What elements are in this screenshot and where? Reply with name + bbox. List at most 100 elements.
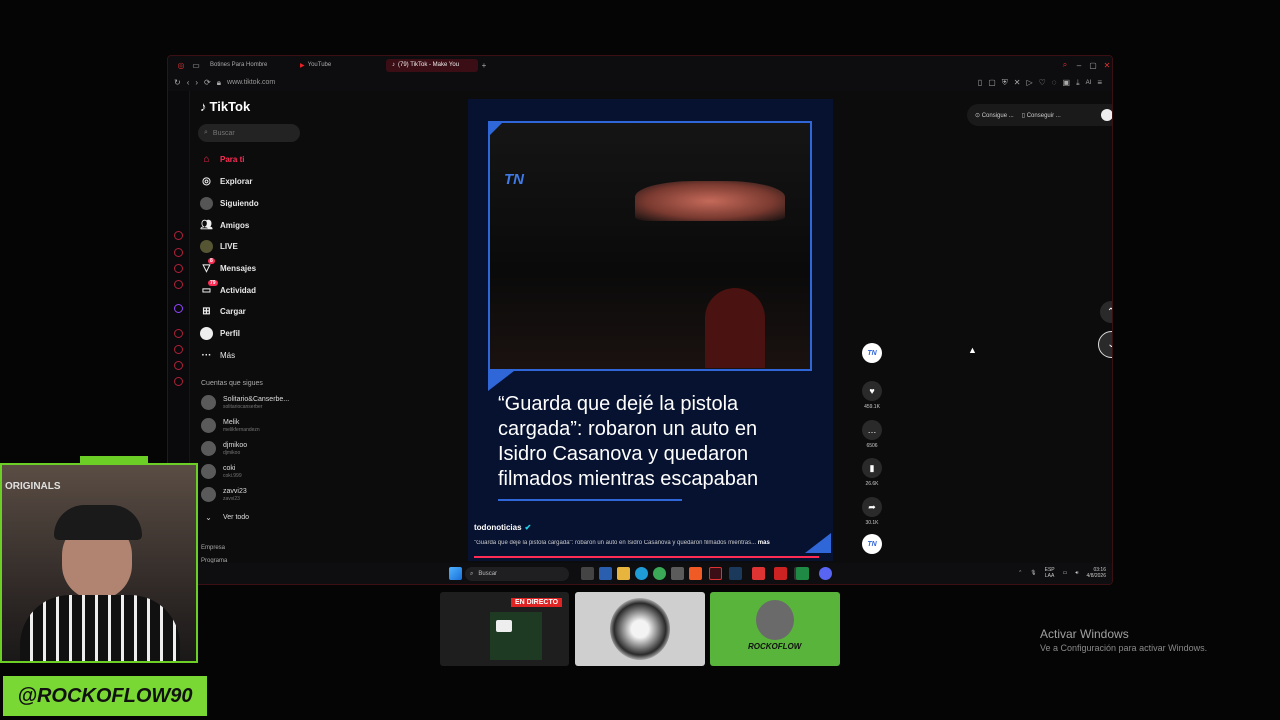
steam-icon[interactable] (729, 567, 742, 580)
stream-thumbnail-art[interactable] (575, 592, 705, 666)
nav-explorar[interactable]: ◎ Explorar (200, 175, 252, 188)
footer-link[interactable]: Empresa (201, 545, 225, 551)
nav-para-ti[interactable]: ⌂ Para ti (200, 153, 244, 166)
get-app-button[interactable]: ▯ Conseguir ... (1022, 112, 1061, 119)
volume-icon[interactable]: 🔊︎ (1075, 570, 1078, 576)
taskbar-search[interactable]: ⌕ Buscar (465, 567, 569, 581)
tiktok-logo[interactable]: ♪ TikTok (200, 99, 250, 114)
creator-avatar-button[interactable]: TN (861, 343, 883, 363)
sidebar-dot-icon[interactable] (174, 345, 183, 354)
url-field[interactable]: www.tiktok.com (227, 79, 275, 86)
reload-icon[interactable]: ↻ (174, 78, 181, 87)
wallet-icon[interactable]: ▣ (1063, 78, 1071, 88)
widgets-icon[interactable] (599, 567, 612, 580)
lang-indicator[interactable]: ESP LAA (1045, 567, 1055, 579)
sidebar-dot-icon[interactable] (174, 377, 183, 386)
logo-text: ROCKOFLOW (748, 642, 802, 651)
share-button[interactable]: ➦ 30.1K (861, 497, 883, 526)
mic-icon[interactable]: 🎙︎ (1030, 570, 1036, 576)
sheets-icon[interactable] (796, 567, 809, 580)
nav-actividad[interactable]: ▭ 79 Actividad (200, 280, 256, 297)
sidebar-dot-icon[interactable] (174, 280, 183, 289)
clock[interactable]: 03:16 4/8/2026 (1087, 567, 1106, 579)
file-explorer-icon[interactable] (617, 567, 630, 580)
back-icon[interactable]: ‹ (187, 78, 190, 87)
tray-chevron-icon[interactable]: ⌃ (1018, 570, 1022, 576)
avatar (201, 395, 216, 410)
start-icon[interactable] (449, 567, 462, 580)
nav-perfil[interactable]: Perfil (200, 327, 240, 340)
comment-button[interactable]: … 6506 (861, 420, 883, 449)
play-icon[interactable]: ▷ (1026, 78, 1032, 88)
sidebar-dot-icon[interactable] (174, 329, 183, 338)
caption-text: "Guarda que dejé la pistola cargada": ro… (474, 540, 757, 546)
more-link[interactable]: más (758, 540, 770, 546)
stream-thumbnail-logo[interactable]: ROCKOFLOW (710, 592, 840, 666)
profile-avatar[interactable] (1101, 109, 1112, 121)
shield-icon[interactable]: ⛨ (1002, 78, 1008, 88)
like-button[interactable]: ♥ 459.1K (861, 381, 883, 410)
nav-amigos[interactable]: 👥︎ Amigos (200, 219, 249, 232)
sound-disc-button[interactable]: TN (861, 534, 883, 554)
sidebar-dot-icon[interactable] (174, 264, 183, 273)
video-progress-bar[interactable] (474, 556, 819, 558)
screenshot-icon[interactable]: ▢ (988, 78, 996, 88)
nav-siguiendo[interactable]: Siguiendo (200, 197, 259, 210)
account-item[interactable]: coki coki.999 (201, 464, 242, 479)
discord-icon[interactable] (819, 567, 832, 580)
ai-icon[interactable]: AI (1086, 78, 1092, 88)
refresh-icon[interactable]: ⟳ (204, 78, 211, 87)
minimize-icon[interactable]: – (1072, 61, 1086, 70)
new-tab-button[interactable]: + (478, 61, 490, 70)
maximize-icon[interactable]: ▢ (1086, 61, 1100, 70)
channel-name[interactable]: todonoticias ✔︎ (474, 523, 531, 532)
nav-mensajes[interactable]: ▽ 8 Mensajes (200, 258, 256, 275)
account-item[interactable]: djmikoo djmikoo (201, 441, 247, 456)
account-item[interactable]: Solitario&Canserbe... solitariocanserber (201, 395, 289, 410)
twitch-icon[interactable] (174, 304, 183, 313)
upload-icon: ⊞ (202, 306, 211, 317)
account-item[interactable]: zavvi23 zavvi23 (201, 487, 247, 502)
account-item[interactable]: Melik melikfernandezn (201, 418, 260, 433)
browser-logo-icon[interactable]: ◎ (174, 61, 188, 70)
activity-icon: ▭ 79 (201, 280, 218, 296)
nav-cargar[interactable]: ⊞ Cargar (200, 305, 246, 318)
tiktok-page: ♪ TikTok ⌕ Buscar ⌂ Para ti ◎ Explorar Sigui… (190, 91, 1112, 564)
get-coins-button[interactable]: ⊙ Consigue ... (975, 112, 1014, 119)
chrome-icon[interactable] (653, 567, 666, 580)
next-video-button[interactable]: ⌄ (1098, 331, 1112, 358)
app-icon[interactable] (752, 567, 765, 580)
sidebar-dot-icon[interactable] (174, 248, 183, 257)
edge-icon[interactable] (635, 567, 648, 580)
heart-outline-icon[interactable]: ♡ (1039, 78, 1046, 88)
brave-icon[interactable] (689, 567, 702, 580)
forward-icon[interactable]: › (195, 78, 198, 87)
workspaces-icon[interactable]: ▭ (188, 61, 204, 70)
previous-video-button[interactable]: ⌃ (1100, 301, 1112, 323)
tab-tiktok[interactable]: ♪ (79) TikTok - Make You (386, 58, 478, 72)
tab-botines[interactable]: Botines Para Hombre (204, 59, 294, 72)
bookmark-button[interactable]: ▮ 26.6K (861, 458, 883, 487)
friends-icon: 👥︎ (200, 220, 213, 231)
app-icon[interactable] (774, 567, 787, 580)
search-input[interactable]: ⌕ Buscar (198, 124, 300, 142)
store-icon[interactable] (671, 567, 684, 580)
see-all-link[interactable]: ⌄ Ver todo (201, 513, 249, 522)
nav-mas[interactable]: ··· Más (200, 349, 236, 362)
search-tabs-icon[interactable]: ⌕ (1058, 60, 1072, 70)
chat-icon[interactable]: ◌ (1052, 78, 1057, 88)
bookmark-page-icon[interactable]: ▯ (978, 78, 982, 88)
opera-gx-icon[interactable] (709, 567, 722, 580)
network-icon[interactable]: ▭ (1063, 570, 1068, 576)
close-icon[interactable]: ✕ (1100, 61, 1112, 70)
task-view-icon[interactable] (581, 567, 594, 580)
video-player[interactable]: TN “Guarda que dejé la pistola cargada”:… (468, 99, 833, 561)
download-icon[interactable]: ⤓ (1076, 78, 1080, 88)
tab-youtube[interactable]: ▶ YouTube (294, 59, 386, 72)
sidebar-dot-icon[interactable] (174, 361, 183, 370)
translate-icon[interactable]: ✕ (1014, 78, 1021, 88)
nav-live[interactable]: LIVE (200, 240, 238, 253)
stream-thumbnail-live[interactable]: EN DIRECTO (440, 592, 569, 666)
menu-icon[interactable]: ≡ (1097, 78, 1102, 88)
sidebar-dot-icon[interactable] (174, 231, 183, 240)
